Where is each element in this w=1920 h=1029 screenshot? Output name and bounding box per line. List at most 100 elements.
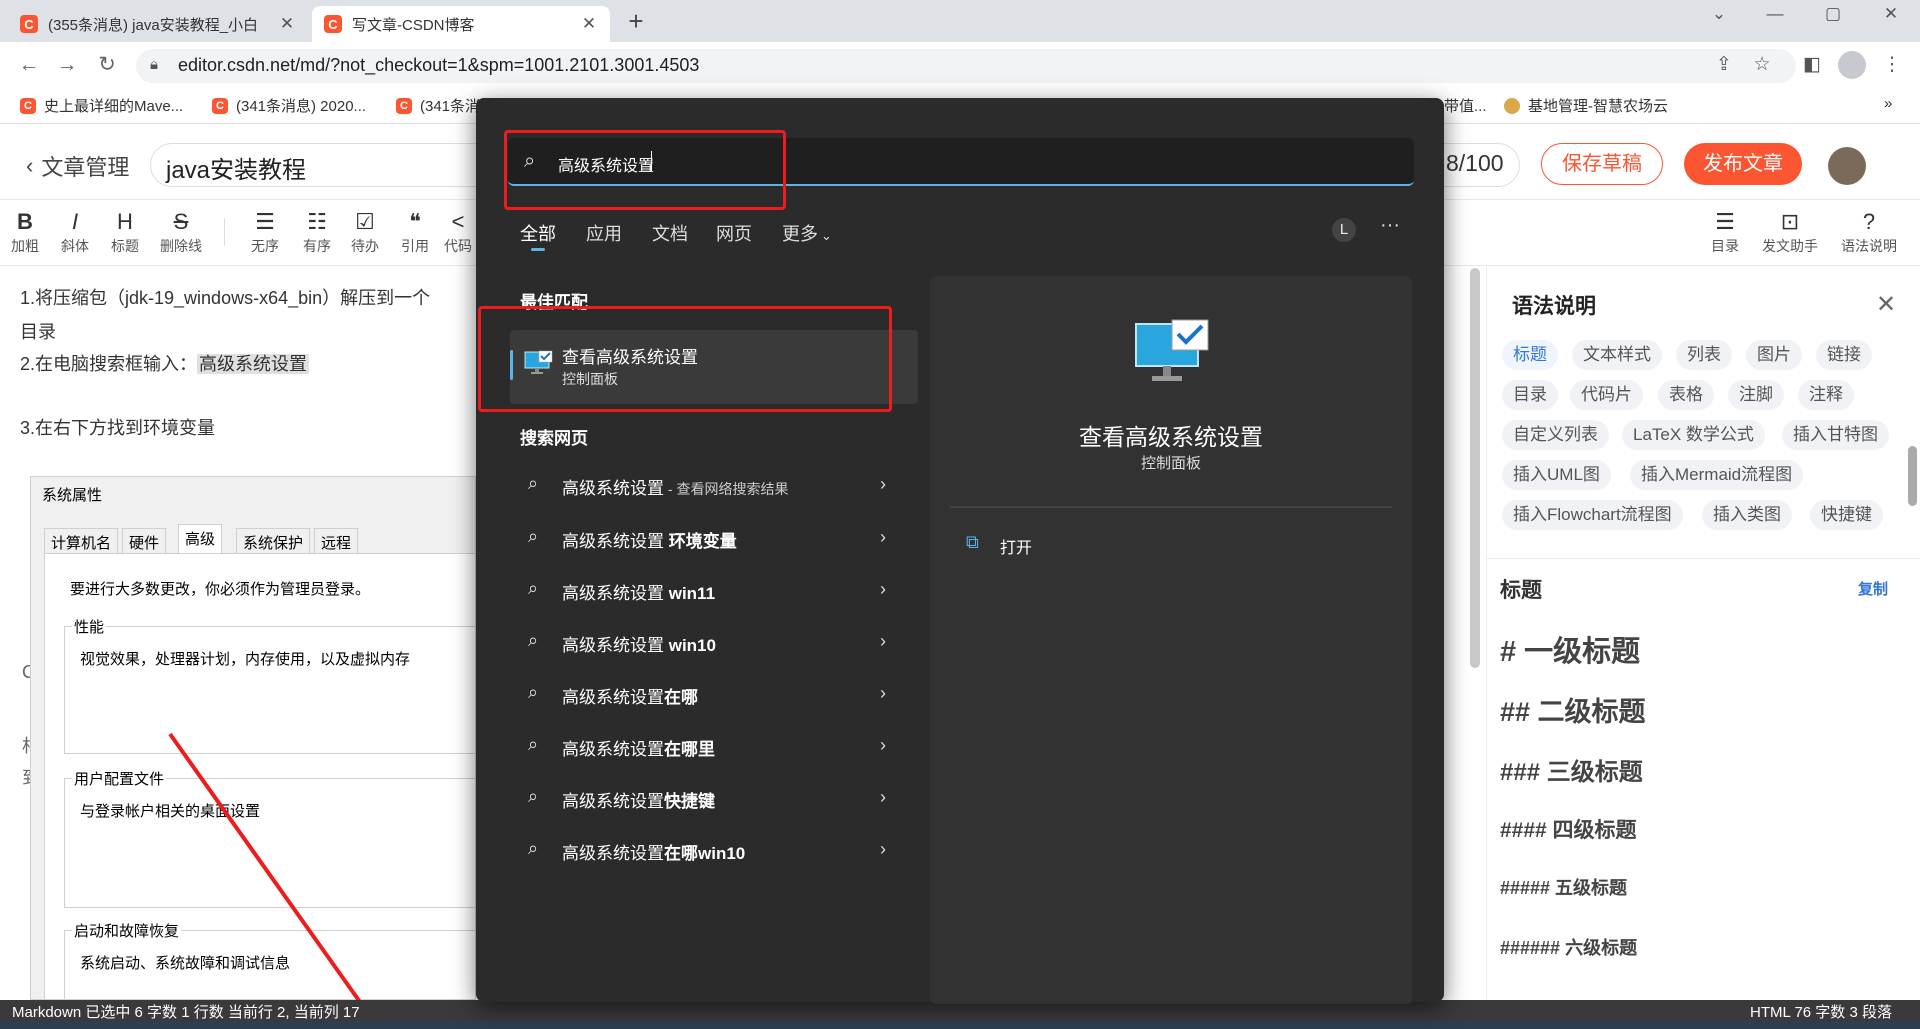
syntax-tag[interactable]: 插入甘特图 [1782,420,1889,450]
content-line-3[interactable]: 3.在右下方找到环境变量 [20,414,215,440]
bookmark-item[interactable]: 带值... [1444,95,1487,116]
ordered-list-button[interactable]: ☷ 有序 [292,208,342,256]
code-button[interactable]: < 代码 [440,208,476,256]
syntax-tag[interactable]: 快捷键 [1810,500,1883,530]
minimize-button[interactable]: — [1752,4,1798,36]
forward-arrow-icon[interactable]: → [52,50,82,80]
syntax-help-button[interactable]: ? 语法说明 [1834,208,1904,256]
assistant-icon: ⊡ [1780,209,1800,234]
bookmark-item[interactable]: 基地管理-智慧农场云 [1504,95,1668,116]
filter-documents[interactable]: 文档 [652,220,688,246]
back-arrow-icon[interactable]: ← [14,50,44,80]
divider [1486,558,1920,559]
syntax-tag[interactable]: 文本样式 [1572,340,1662,370]
filter-apps[interactable]: 应用 [586,220,622,246]
syntax-tag[interactable]: 代码片 [1570,380,1643,410]
tab-title: 写文章-CSDN博客 [352,16,475,34]
back-to-article-management[interactable]: ‹ 文章管理 [26,150,129,182]
bold-button[interactable]: B 加粗 [0,208,50,256]
content-line-1b[interactable]: 目录 [20,318,56,344]
heading-icon: H [117,209,133,234]
strikethrough-button[interactable]: S 删除线 [156,208,206,256]
bookmark-item[interactable]: C (341条消息) 2020... [212,95,366,116]
result-plain: 高级系统设置 [562,532,664,551]
line-2-prefix: 2.在电脑搜索框输入： [20,354,198,374]
syntax-tag[interactable]: 图片 [1746,340,1802,370]
quote-button[interactable]: ❝ 引用 [390,208,440,256]
syntax-tag[interactable]: 插入UML图 [1502,460,1611,490]
unordered-list-button[interactable]: ☰ 无序 [240,208,290,256]
content-line-1[interactable]: 1.将压缩包（jdk-19_windows-x64_bin）解压到一个 [20,284,430,310]
result-plain: 高级系统设置 [562,584,664,603]
tab-search-dropdown-icon[interactable]: ⌄ [1696,4,1742,36]
section-title-heading: 标题 [1500,579,1542,602]
syntax-panel-scrollbar[interactable] [1908,446,1917,506]
open-action-button[interactable]: 打开 [1000,534,1032,558]
preview-subtitle: 控制面板 [1140,455,1201,472]
filter-web[interactable]: 网页 [716,220,752,246]
toolbar-label: 无序 [251,238,279,254]
toolbar-label: 待办 [351,238,379,254]
more-options-icon[interactable]: ··· [1380,214,1400,237]
url-text[interactable]: editor.csdn.net/md/?not_checkout=1&spm=1… [178,55,699,76]
heading-button[interactable]: H 标题 [100,208,150,256]
close-window-button[interactable]: ✕ [1868,4,1914,36]
syntax-tag[interactable]: 目录 [1502,380,1558,410]
search-icon: ⌕ [528,682,539,702]
bookmark-item[interactable]: C 史上最详细的Mave... [20,95,183,116]
toc-button[interactable]: ☰ 目录 [1700,208,1750,256]
article-title-value[interactable]: java安装教程 [166,150,306,185]
save-draft-button[interactable]: 保存草稿 [1541,143,1663,185]
result-bold: win11 [664,584,716,603]
profile-avatar[interactable] [1838,51,1866,79]
publish-article-button[interactable]: 发布文章 [1684,143,1802,185]
syntax-tag[interactable]: 注脚 [1728,380,1784,410]
tab-close-icon[interactable]: ✕ [278,14,296,34]
content-line-2[interactable]: 2.在电脑搜索框输入： 高级系统设置 [20,350,310,376]
result-bold: 快捷键 [664,792,715,811]
web-result-text: 高级系统设置 win11 [562,579,715,604]
csdn-favicon-icon: C [20,97,36,114]
syntax-tag[interactable]: 插入Flowchart流程图 [1502,500,1683,530]
syntax-tag[interactable]: 自定义列表 [1502,420,1609,450]
chevron-left-icon: ‹ [26,153,34,178]
maximize-button[interactable]: ▢ [1810,4,1856,36]
syntax-tag[interactable]: 插入Mermaid流程图 [1630,460,1804,490]
reload-icon[interactable]: ↻ [92,50,122,80]
toolbar-label: 目录 [1711,238,1739,254]
share-icon[interactable]: ⇪ [1710,53,1738,76]
syntax-tag-heading[interactable]: 标题 [1502,340,1558,370]
bookmark-star-icon[interactable]: ☆ [1748,53,1776,76]
tab-java-tutorial[interactable]: C (355条消息) java安装教程_小白 ✕ [8,6,308,42]
search-icon: ⌕ [528,473,539,493]
user-initial-avatar[interactable]: L [1332,218,1356,242]
filter-all[interactable]: 全部 [520,220,556,246]
publish-assistant-button[interactable]: ⊡ 发文助手 [1752,208,1828,256]
copy-button[interactable]: 复制 [1858,578,1888,599]
bookmark-label: 史上最详细的Mave... [44,98,184,115]
syntax-tag[interactable]: 表格 [1658,380,1714,410]
new-tab-button[interactable]: + [622,6,650,36]
filter-more[interactable]: 更多 ⌄ [782,220,832,246]
syntax-tag[interactable]: 插入类图 [1702,500,1792,530]
todo-list-button[interactable]: ☑ 待办 [340,208,390,256]
bookmarks-overflow-icon[interactable]: » [1884,95,1892,112]
bookmark-item[interactable]: C (341条消 [396,95,480,116]
editor-scrollbar[interactable] [1470,268,1480,668]
toolbar-label: 标题 [111,238,139,254]
close-icon[interactable]: ✕ [1876,290,1896,319]
search-icon: ⌕ [528,734,539,754]
italic-button[interactable]: I 斜体 [50,208,100,256]
selected-text[interactable]: 高级系统设置 [197,354,310,374]
tab-close-icon[interactable]: ✕ [580,14,598,34]
syntax-tag[interactable]: LaTeX 数学公式 [1622,420,1765,450]
user-avatar[interactable] [1828,147,1866,185]
syntax-tag[interactable]: 链接 [1816,340,1872,370]
browser-menu-icon[interactable]: ⋮ [1878,53,1906,76]
side-panel-icon[interactable]: ◧ [1798,53,1826,76]
lock-icon[interactable]: 🔒︎ [150,56,158,73]
syntax-tag[interactable]: 列表 [1676,340,1732,370]
tab-write-article[interactable]: C 写文章-CSDN博客 ✕ [312,6,610,42]
syntax-tag[interactable]: 注释 [1798,380,1854,410]
search-icon: ⌕ [528,838,539,858]
